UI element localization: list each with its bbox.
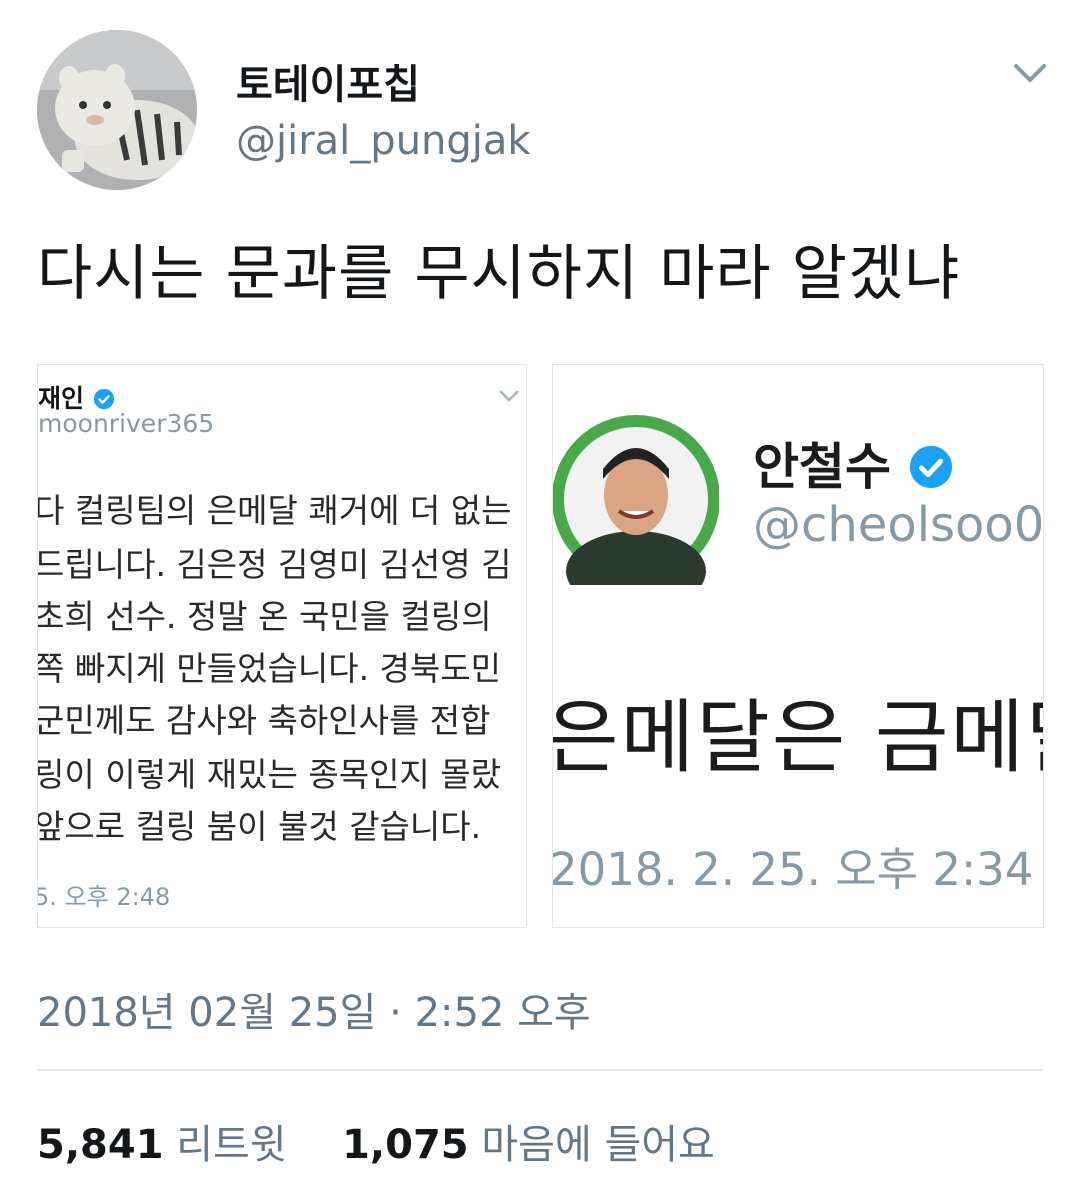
likes-count: 1,075 <box>342 1122 469 1168</box>
embedded-timestamp: 2018. 2. 25. 오후 2:34 <box>552 843 1034 896</box>
retweets-label: 리트윗 <box>176 1122 287 1168</box>
display-name[interactable]: 토테이포칩 <box>236 52 420 110</box>
verified-badge-icon <box>93 388 114 410</box>
embedded-display-name: 안철수 <box>753 427 954 499</box>
tweet-text: 다시는 문과를 무시하지 마라 알겠냐 <box>37 239 961 309</box>
avatar[interactable] <box>37 30 197 190</box>
likes-stat[interactable]: 1,075 마음에 들어요 <box>342 1122 715 1168</box>
retweets-count: 5,841 <box>37 1122 164 1168</box>
embedded-text-line: 링이 이렇게 재밌는 종목인지 몰랐 <box>37 755 501 794</box>
tweet-stats: 5,841 리트윗 1,075 마음에 들어요 <box>37 1112 715 1170</box>
embedded-handle: moonriver365 <box>38 409 215 438</box>
embedded-text-line: 쪽 빠지게 만들었습니다. 경북도민 <box>37 649 501 688</box>
embedded-text-line: 다 컬링팀의 은메달 쾌거에 더 없는 <box>37 491 512 530</box>
embedded-text-line: 앞으로 컬링 붐이 불것 같습니다. <box>37 807 482 846</box>
chevron-down-icon[interactable] <box>1010 58 1050 90</box>
embedded-text-line: 초희 선수. 정말 온 국민을 컬링의 <box>37 597 492 636</box>
tweet-timestamp[interactable]: 2018년 02월 25일 · 2:52 오후 <box>37 980 591 1038</box>
tiger-plush-avatar-image <box>37 30 197 190</box>
chevron-down-icon <box>496 385 522 407</box>
user-handle[interactable]: @jiral_pungjak <box>236 118 531 164</box>
embedded-text-line: 드립니다. 김은정 김영미 김선영 김 <box>37 545 512 584</box>
embedded-avatar <box>553 399 719 585</box>
embedded-handle: @cheolsoo0 <box>753 497 1044 553</box>
likes-label: 마음에 들어요 <box>481 1122 715 1168</box>
divider <box>37 1069 1043 1071</box>
media-image-right[interactable]: 안철수 @cheolsoo0 은메달은 금메달 2018. 2. 25. 오후 … <box>552 364 1044 928</box>
embedded-tweet-text: 은메달은 금메달 <box>552 691 1043 784</box>
verified-badge-icon <box>910 445 953 489</box>
embedded-text-line: 군민께도 감사와 축하인사를 전합 <box>37 701 491 740</box>
embedded-timestamp: 5. 오후 2:48 <box>37 883 171 911</box>
retweets-stat[interactable]: 5,841 리트윗 <box>37 1122 299 1168</box>
media-image-left[interactable]: 재인 moonriver365 다 컬링팀의 은메달 쾌거에 더 없는 드립니다… <box>37 364 527 928</box>
